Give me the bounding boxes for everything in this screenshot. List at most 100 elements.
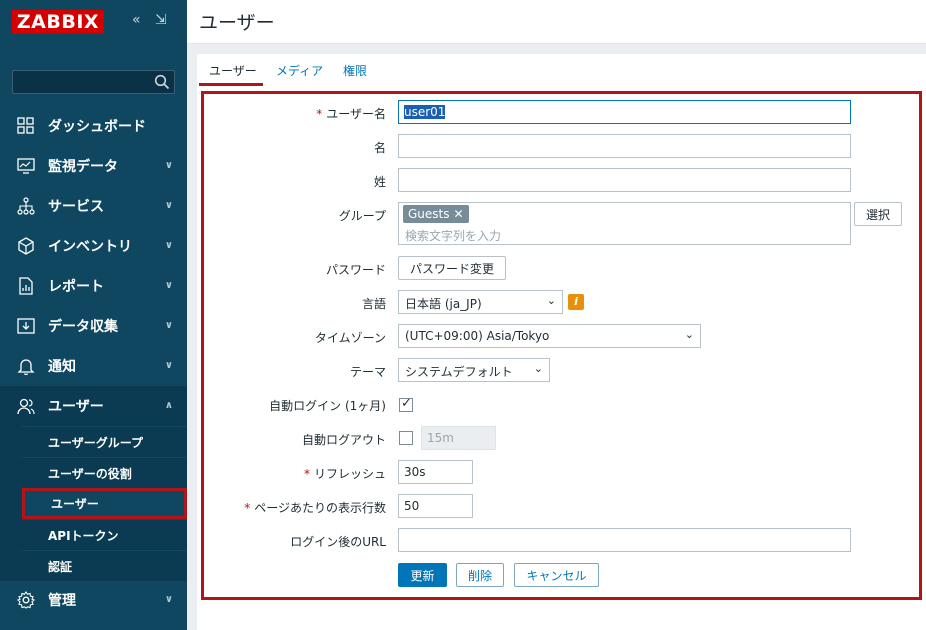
nav-monitoring[interactable]: 監視データ ∨ (0, 146, 187, 186)
sidebar-search-input[interactable] (12, 70, 175, 94)
language-select[interactable]: 日本語 (ja_JP) ⌄ (398, 290, 563, 314)
surname-input[interactable] (398, 168, 851, 192)
rows-per-page-label-text: ページあたりの表示行数 (254, 501, 386, 515)
autologin-label: 自動ログイン (1ヶ月) (269, 399, 386, 413)
zabbix-logo[interactable]: ZABBIX (12, 10, 104, 34)
sidebar: ZABBIX « ⇲ ダッシュボード 監視データ ∨ サービス ∨ インベントリ… (0, 0, 187, 630)
nav-label: データ収集 (48, 319, 118, 335)
tab-media[interactable]: メディア (276, 62, 323, 79)
language-value: 日本語 (ja_JP) (405, 297, 482, 311)
groups-multiselect[interactable]: Guests ✕ 検索文字列を入力 (398, 202, 851, 245)
info-icon[interactable]: i (568, 294, 584, 310)
theme-value: システムデフォルト (405, 365, 513, 379)
users-submenu: ユーザーグループ ユーザーの役割 ユーザー APIトークン 認証 (0, 426, 187, 581)
collapse-sidebar-icon[interactable]: « (132, 12, 141, 28)
nav-users[interactable]: ユーザー ∧ (0, 386, 187, 426)
services-icon (16, 196, 36, 216)
url-input[interactable] (398, 528, 851, 552)
submenu-api-tokens[interactable]: APIトークン (22, 519, 187, 550)
required-marker: * (244, 501, 251, 515)
chevron-down-icon: ∨ (164, 200, 173, 211)
nav-inventory[interactable]: インベントリ ∨ (0, 226, 187, 266)
submenu-user-roles[interactable]: ユーザーの役割 (22, 457, 187, 488)
surname-label: 姓 (373, 175, 386, 189)
delete-button[interactable]: 削除 (456, 563, 504, 587)
nav-alerts[interactable]: 通知 ∨ (0, 346, 187, 386)
bell-icon (16, 356, 36, 376)
name-input[interactable] (398, 134, 851, 158)
theme-label: テーマ (349, 365, 386, 379)
nav-administration[interactable]: 管理 ∨ (0, 580, 187, 620)
nav-label: ダッシュボード (48, 119, 146, 135)
users-icon (16, 396, 36, 416)
nav-label: ユーザー (48, 399, 104, 415)
language-label: 言語 (361, 297, 386, 311)
refresh-input[interactable]: 30s (398, 460, 473, 484)
chevron-down-icon: ⌄ (533, 362, 543, 375)
submenu-user-groups[interactable]: ユーザーグループ (22, 426, 187, 457)
autologin-checkbox[interactable] (399, 396, 413, 412)
nav-label: サービス (48, 199, 104, 215)
main-content: ユーザー メディア 権限 * ユーザー名 user01 名 姓 グループ Gues… (197, 54, 926, 630)
tab-user[interactable]: ユーザー (209, 62, 257, 79)
chevron-down-icon: ∨ (164, 240, 173, 251)
page-header: ユーザー (187, 0, 926, 44)
chevron-down-icon: ⌄ (684, 328, 694, 341)
nav-label: 管理 (48, 593, 76, 609)
change-password-button[interactable]: パスワード変更 (398, 256, 506, 280)
nav-label: 監視データ (48, 159, 118, 175)
nav-data-collection[interactable]: データ収集 ∨ (0, 306, 187, 346)
reports-icon (16, 276, 36, 296)
data-collection-icon (16, 316, 36, 336)
nav-label: 通知 (48, 359, 76, 375)
autologout-input: 15m (421, 426, 496, 450)
chevron-down-icon: ∨ (164, 160, 173, 171)
search-icon[interactable] (154, 74, 170, 90)
remove-chip-icon[interactable]: ✕ (454, 207, 464, 221)
gear-icon (16, 590, 36, 610)
nav-label: インベントリ (48, 239, 132, 255)
chevron-down-icon: ∨ (164, 320, 173, 331)
autologout-label: 自動ログアウト (301, 433, 386, 447)
username-label: * ユーザー名 (316, 105, 386, 122)
chevron-down-icon: ∨ (164, 280, 173, 291)
chevron-up-icon: ∧ (164, 400, 173, 411)
nav-label: レポート (48, 279, 104, 295)
password-label: パスワード (325, 263, 386, 277)
update-button[interactable]: 更新 (398, 563, 447, 587)
groups-search-placeholder[interactable]: 検索文字列を入力 (405, 227, 501, 244)
nav-dashboard[interactable]: ダッシュボード (0, 106, 187, 146)
required-marker: * (303, 467, 310, 481)
timezone-label: タイムゾーン (314, 331, 386, 345)
dashboard-icon (16, 116, 36, 136)
nav-services[interactable]: サービス ∨ (0, 186, 187, 226)
timezone-value: (UTC+09:00) Asia/Tokyo (405, 329, 550, 343)
group-chip-label: Guests (408, 207, 450, 221)
tab-bar: ユーザー メディア 権限 (197, 54, 926, 86)
rows-per-page-input[interactable]: 50 (398, 494, 473, 518)
submenu-authentication[interactable]: 認証 (22, 550, 187, 581)
cancel-button[interactable]: キャンセル (514, 563, 599, 587)
chevron-down-icon: ⌄ (546, 294, 556, 307)
kiosk-mode-icon[interactable]: ⇲ (155, 12, 167, 28)
nav-reports[interactable]: レポート ∨ (0, 266, 187, 306)
refresh-label: * リフレッシュ (304, 465, 386, 482)
chevron-down-icon: ∨ (164, 360, 173, 371)
active-tab-indicator (199, 83, 263, 86)
user-form: * ユーザー名 user01 名 姓 グループ Guests ✕ 検索文字列を入力… (201, 91, 922, 600)
groups-select-button[interactable]: 選択 (854, 202, 902, 226)
username-value: user01 (404, 105, 446, 119)
username-input[interactable]: user01 (398, 100, 851, 124)
page-title: ユーザー (199, 12, 275, 34)
url-label: ログイン後のURL (290, 535, 386, 549)
required-marker: * (316, 107, 323, 121)
username-label-text: ユーザー名 (326, 107, 386, 121)
group-chip: Guests ✕ (403, 205, 469, 223)
theme-select[interactable]: システムデフォルト ⌄ (398, 358, 550, 382)
rows-per-page-label: * ページあたりの表示行数 (244, 499, 386, 516)
autologout-checkbox[interactable] (399, 431, 413, 445)
submenu-users[interactable]: ユーザー (22, 488, 187, 519)
name-label: 名 (373, 141, 386, 155)
tab-permissions[interactable]: 権限 (343, 62, 367, 79)
timezone-select[interactable]: (UTC+09:00) Asia/Tokyo ⌄ (398, 324, 701, 348)
